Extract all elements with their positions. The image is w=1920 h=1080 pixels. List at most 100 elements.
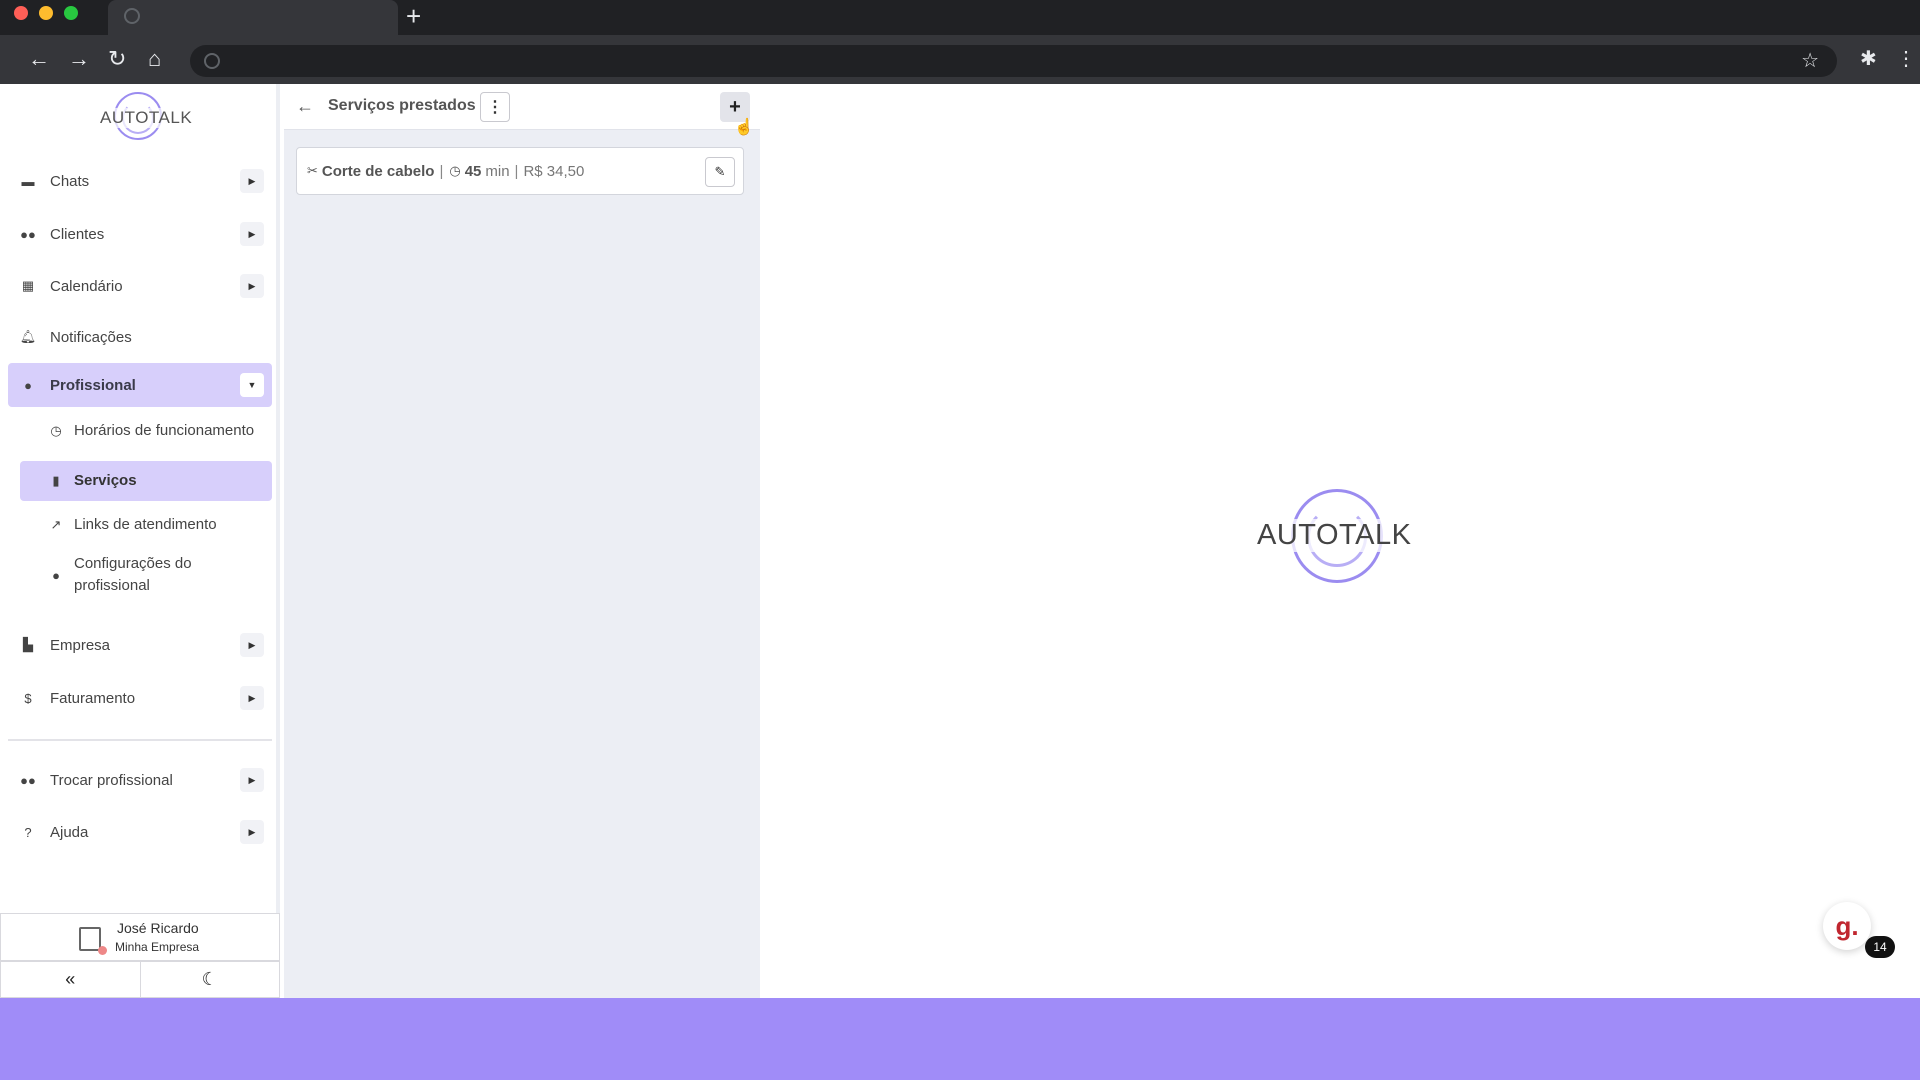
chat-icon: ▬ [21,173,35,189]
expand-arrow-icon[interactable]: ▶ [240,169,264,193]
edit-service-button[interactable]: ✎ [705,157,735,187]
sidebar-item-label: Empresa [50,636,111,654]
dollar-icon: $ [24,690,32,706]
browser-toolbar: ← → ↻ ⌂ ☆ ✱ ⋮ [0,35,1920,84]
scissors-icon: ✂ [307,163,318,178]
notification-count-badge: 14 [1865,936,1895,958]
services-panel: ← Serviços prestados ⋮ + ☝ ✂ Corte de ca… [284,84,760,998]
plus-icon: + [729,95,741,118]
chat-widget-glyph: g. [1835,910,1859,941]
expand-arrow-icon[interactable]: ▶ [240,274,264,298]
forward-icon[interactable]: → [68,45,90,73]
user-name: José Ricardo [117,920,199,936]
sidebar-subitem-configuracoes[interactable]: ● Configurações do profissional [20,551,272,599]
user-settings-icon: ● [52,567,60,583]
main-content: AUTOTALK g. 14 [760,84,1920,998]
edit-icon: ✎ [714,164,726,179]
calendar-icon: ▦ [21,278,35,293]
sidebar-item-label: Profissional [50,376,136,394]
app-viewport: AUTOTALK ▬ Chats ▶ ●● Clientes ▶ ▦ Calen… [0,84,1920,998]
sidebar-footer-actions: « ☾ [0,961,280,998]
user-gear-icon: ● [24,377,32,393]
sidebar-item-profissional[interactable]: ● Profissional ▼ [8,363,272,407]
sidebar-item-ajuda[interactable]: ? Ajuda ▶ [8,810,272,854]
sidebar-subitem-links[interactable]: ↗ Links de atendimento [20,507,272,543]
maximize-window-button[interactable] [64,6,78,20]
double-chevron-left-icon: « [65,969,76,989]
user-company: Minha Empresa [115,940,200,954]
globe-icon [124,8,140,24]
browser-tab-bar: + [0,0,1920,35]
sidebar-item-label: Ajuda [50,823,89,841]
address-bar[interactable]: ☆ [190,45,1837,77]
sidebar: AUTOTALK ▬ Chats ▶ ●● Clientes ▶ ▦ Calen… [0,84,280,998]
logo-text: AUTOTALK [100,108,193,128]
services-header: ← Serviços prestados ⋮ + ☝ [284,84,760,136]
expand-arrow-icon[interactable]: ▶ [240,686,264,710]
bookmark-star-icon[interactable]: ☆ [1801,48,1819,73]
back-icon[interactable]: ← [28,45,50,73]
collapse-arrow-icon[interactable]: ▼ [240,373,264,397]
kebab-icon: ⋮ [487,99,503,116]
collapse-sidebar-button[interactable]: « [1,962,140,997]
expand-arrow-icon[interactable]: ▶ [240,633,264,657]
sidebar-subitem-label: Configurações do profissional [74,555,192,594]
service-name: Corte de cabelo [321,162,435,180]
sidebar-item-trocar-profissional[interactable]: ●● Trocar profissional ▶ [8,758,272,802]
expand-arrow-icon[interactable]: ▶ [240,222,264,246]
users-icon: ●● [20,226,36,242]
separator: | [514,162,519,180]
minimize-window-button[interactable] [39,6,53,20]
service-duration: 45 [464,162,482,180]
sidebar-item-label: Chats [50,172,90,190]
company-avatar-icon [79,927,107,955]
expand-arrow-icon[interactable]: ▶ [240,820,264,844]
more-options-button[interactable]: ⋮ [480,92,510,122]
moon-icon: ☾ [201,969,218,989]
browser-menu-icon[interactable]: ⋮ [1896,45,1916,73]
service-price: R$ 34,50 [523,162,585,180]
sidebar-item-label: Notificações [50,328,132,346]
home-icon[interactable]: ⌂ [148,45,161,73]
external-link-icon: ↗ [50,517,62,532]
sidebar-item-calendario[interactable]: ▦ Calendário ▶ [8,264,272,308]
separator: | [439,162,444,180]
close-window-button[interactable] [14,6,28,20]
globe-icon [204,53,220,69]
expand-arrow-icon[interactable]: ▶ [240,768,264,792]
logo-text: AUTOTALK [1257,519,1412,552]
page-title: Serviços prestados [328,97,476,114]
sidebar-item-notificacoes[interactable]: 🔔︎ Notificações [8,315,272,359]
sidebar-item-faturamento[interactable]: $ Faturamento ▶ [8,676,272,720]
clock-icon: ◷ [449,163,461,178]
sidebar-item-label: Faturamento [50,689,136,707]
autotalk-logo-large: AUTOTALK [1257,489,1417,589]
chat-widget-button[interactable]: g. [1823,902,1871,950]
bell-icon: 🔔︎ [19,329,37,344]
building-icon: ▙ [23,637,33,652]
sidebar-subitem-horarios[interactable]: ◷ Horários de funcionamento [20,413,272,449]
service-duration-unit: min [485,162,510,180]
user-profile-box[interactable]: José Ricardo Minha Empresa [0,913,280,961]
users-swap-icon: ●● [20,772,36,788]
dark-mode-toggle[interactable]: ☾ [139,962,280,997]
reload-icon[interactable]: ↻ [108,45,126,73]
sidebar-item-clientes[interactable]: ●● Clientes ▶ [8,212,272,256]
autotalk-logo[interactable]: AUTOTALK [96,92,193,140]
sidebar-divider [8,739,272,741]
browser-tab[interactable] [108,0,398,35]
sidebar-subitem-label: Links de atendimento [74,516,217,533]
help-icon: ? [24,824,32,840]
sidebar-subitem-label: Serviços [74,472,137,489]
hand-cursor-icon: ☝ [734,119,754,136]
new-tab-button[interactable]: + [406,2,421,30]
service-card[interactable]: ✂ Corte de cabelo | ◷ 45 min | R$ 34,50 … [296,147,744,195]
sidebar-item-label: Clientes [50,225,105,243]
sidebar-item-chats[interactable]: ▬ Chats ▶ [8,159,272,203]
sidebar-subitem-label: Horários de funcionamento [74,422,255,439]
extensions-icon[interactable]: ✱ [1860,45,1877,73]
sidebar-subitem-servicos[interactable]: ▮ Serviços [20,461,272,501]
back-arrow-icon[interactable]: ← [296,96,314,117]
sidebar-item-label: Calendário [50,277,123,295]
sidebar-item-empresa[interactable]: ▙ Empresa ▶ [8,623,272,667]
